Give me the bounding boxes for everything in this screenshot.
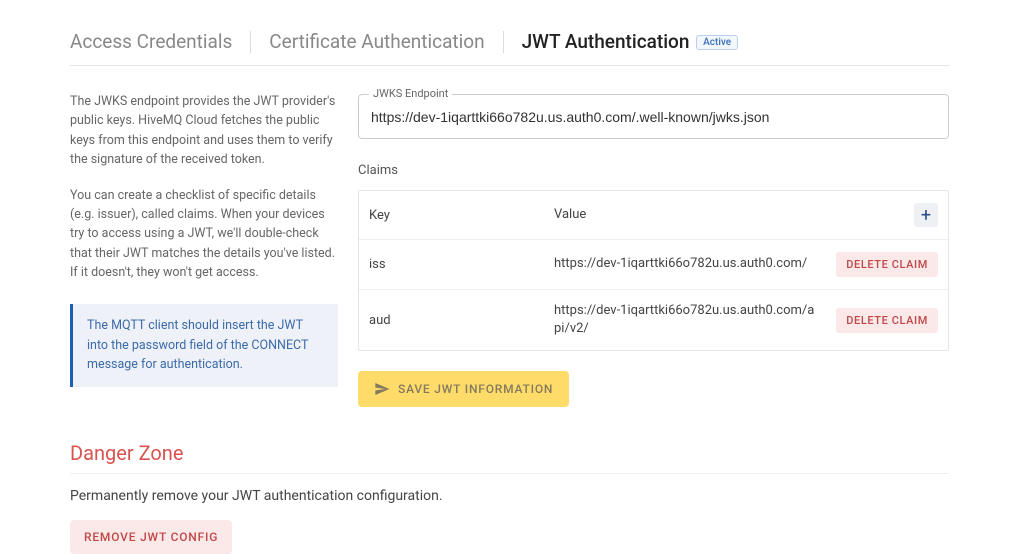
form-column: JWKS Endpoint Claims Key Value + iss htt… — [358, 92, 949, 407]
add-claim-button[interactable]: + — [914, 203, 938, 227]
table-row: iss https://dev-1iqarttki66o782u.us.auth… — [359, 239, 948, 289]
help-column: The JWKS endpoint provides the JWT provi… — [70, 92, 338, 407]
status-badge: Active — [696, 35, 738, 50]
tab-certificate-auth[interactable]: Certificate Authentication — [251, 24, 502, 59]
save-jwt-label: SAVE JWT INFORMATION — [398, 382, 553, 396]
main-content: The JWKS endpoint provides the JWT provi… — [70, 92, 949, 407]
claims-header-value: Value — [554, 206, 828, 224]
table-row: aud https://dev-1iqarttki66o782u.us.auth… — [359, 289, 948, 350]
jwks-endpoint-input[interactable] — [371, 109, 936, 125]
jwks-endpoint-field[interactable]: JWKS Endpoint — [358, 94, 949, 139]
info-box-mqtt: The MQTT client should insert the JWT in… — [70, 304, 338, 386]
help-text-jwks: The JWKS endpoint provides the JWT provi… — [70, 92, 338, 170]
claim-value: https://dev-1iqarttki66o782u.us.auth0.co… — [554, 302, 828, 338]
claims-table: Key Value + iss https://dev-1iqarttki66o… — [358, 190, 949, 351]
danger-zone-heading: Danger Zone — [70, 441, 949, 474]
tabs-bar: Access Credentials Certificate Authentic… — [70, 24, 949, 66]
claims-title: Claims — [358, 163, 949, 178]
claim-value: https://dev-1iqarttki66o782u.us.auth0.co… — [554, 255, 828, 273]
help-text-claims: You can create a checklist of specific d… — [70, 186, 338, 283]
tab-jwt-auth[interactable]: JWT Authentication Active — [504, 24, 757, 59]
save-jwt-button[interactable]: SAVE JWT INFORMATION — [358, 371, 569, 407]
delete-claim-button[interactable]: DELETE CLAIM — [836, 308, 938, 333]
send-icon — [374, 381, 390, 397]
jwks-label: JWKS Endpoint — [369, 87, 452, 100]
claims-header-row: Key Value + — [359, 191, 948, 239]
tab-access-credentials[interactable]: Access Credentials — [70, 24, 250, 59]
claim-key: iss — [369, 257, 554, 272]
claim-key: aud — [369, 313, 554, 328]
plus-icon: + — [921, 205, 931, 226]
delete-claim-button[interactable]: DELETE CLAIM — [836, 252, 938, 277]
claims-header-key: Key — [369, 208, 554, 223]
tab-jwt-label: JWT Authentication — [522, 30, 690, 53]
remove-jwt-config-button[interactable]: REMOVE JWT CONFIG — [70, 520, 232, 554]
